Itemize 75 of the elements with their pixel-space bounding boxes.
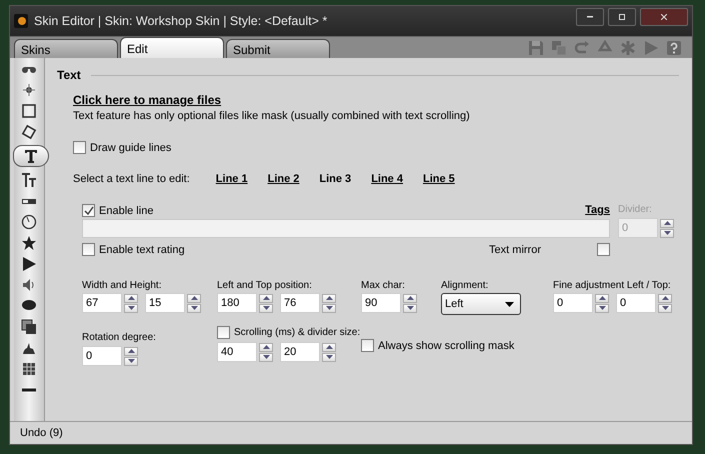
number-field[interactable]: 0 (616, 293, 656, 313)
checkbox[interactable] (597, 243, 610, 256)
line-link[interactable]: Line 4 (371, 173, 403, 185)
description-text: Text feature has only optional files like mask (usually combined with text scrolling) (73, 110, 471, 122)
section-title: Text (57, 68, 81, 82)
spin-buttons[interactable] (124, 346, 138, 366)
checkbox[interactable] (361, 339, 374, 352)
field-label: Fine adjustment Left / Top: (553, 280, 672, 291)
spin-buttons[interactable] (259, 294, 273, 312)
checkbox-label: Enable text rating (99, 244, 185, 256)
line-select-label: Select a text line to edit: (73, 173, 190, 185)
alignment-dropdown[interactable]: Left (441, 293, 521, 315)
spin-buttons[interactable] (124, 294, 138, 312)
spin-buttons[interactable] (322, 342, 336, 362)
field-label: Width and Height: (82, 280, 162, 291)
line-link[interactable]: Line 3 (319, 173, 352, 185)
spin-buttons[interactable] (595, 294, 609, 312)
star-icon (21, 235, 37, 251)
checkbox[interactable] (82, 204, 95, 217)
play-icon (21, 256, 37, 272)
window-title: Skin Editor | Skin: Workshop Skin | Style: <Default> * (34, 14, 328, 28)
checkbox-label: Draw guide lines (90, 142, 172, 154)
square-icon (21, 103, 37, 119)
grid-icon (21, 361, 37, 377)
minimize-icon (587, 16, 593, 18)
tab[interactable]: Skins (14, 39, 118, 58)
field-label: Rotation degree: (82, 332, 157, 343)
checkbox[interactable] (217, 326, 230, 339)
text-icon (23, 148, 39, 164)
checkbox[interactable] (82, 243, 95, 256)
target-icon (21, 82, 37, 98)
number-field[interactable]: 67 (82, 293, 122, 313)
checkbox-label: Scrolling (ms) & divider size: (234, 327, 360, 338)
field-label: Left and Top position: (217, 280, 313, 291)
line-link[interactable]: Line 5 (422, 173, 455, 185)
checkbox[interactable] (73, 141, 86, 154)
spin-buttons[interactable] (403, 294, 417, 312)
maximize-icon (619, 14, 625, 20)
help-icon[interactable] (666, 40, 682, 56)
number-field[interactable]: 40 (217, 342, 257, 362)
status-text: Undo (9) (20, 427, 63, 439)
spin-buttons[interactable] (187, 294, 201, 312)
divider-label: Divider: (618, 204, 653, 215)
checkbox-label: Always show scrolling mask (378, 340, 514, 352)
tab[interactable]: Edit (120, 37, 224, 58)
number-field[interactable]: 0 (553, 293, 593, 313)
line-link[interactable]: Line 2 (268, 173, 300, 185)
number-field[interactable]: 0 (82, 346, 122, 366)
diamond-icon (21, 124, 37, 140)
clock-icon (21, 214, 37, 230)
number-field[interactable]: 20 (280, 342, 320, 362)
close-icon (661, 14, 667, 20)
spin-buttons[interactable] (322, 294, 336, 312)
checkbox-label: Text mirror (489, 244, 541, 256)
maximize-button[interactable] (608, 8, 636, 26)
checkbox-label: Enable line (99, 204, 154, 216)
tool-text-button[interactable] (13, 145, 49, 167)
tab[interactable]: Submit (226, 39, 330, 58)
number-field[interactable]: 90 (361, 293, 401, 313)
spin-buttons[interactable] (658, 294, 672, 312)
text-pair-icon (21, 172, 37, 188)
number-field[interactable]: 15 (145, 293, 185, 313)
manage-files-link[interactable]: Click here to manage files (73, 93, 222, 107)
layers-icon (21, 319, 37, 335)
app-icon (14, 14, 28, 28)
field-label: Max char: (361, 280, 406, 291)
tags-link[interactable]: Tags (585, 204, 610, 216)
caret-icon (505, 302, 514, 306)
field-label: Alignment: (441, 280, 490, 291)
text-input-field[interactable] (82, 219, 610, 238)
spin-buttons[interactable] (259, 342, 273, 362)
spin-buttons[interactable] (660, 218, 674, 238)
number-field[interactable]: 76 (280, 293, 320, 313)
line-link[interactable]: Line 1 (216, 173, 248, 185)
number-field[interactable]: 180 (217, 293, 257, 313)
